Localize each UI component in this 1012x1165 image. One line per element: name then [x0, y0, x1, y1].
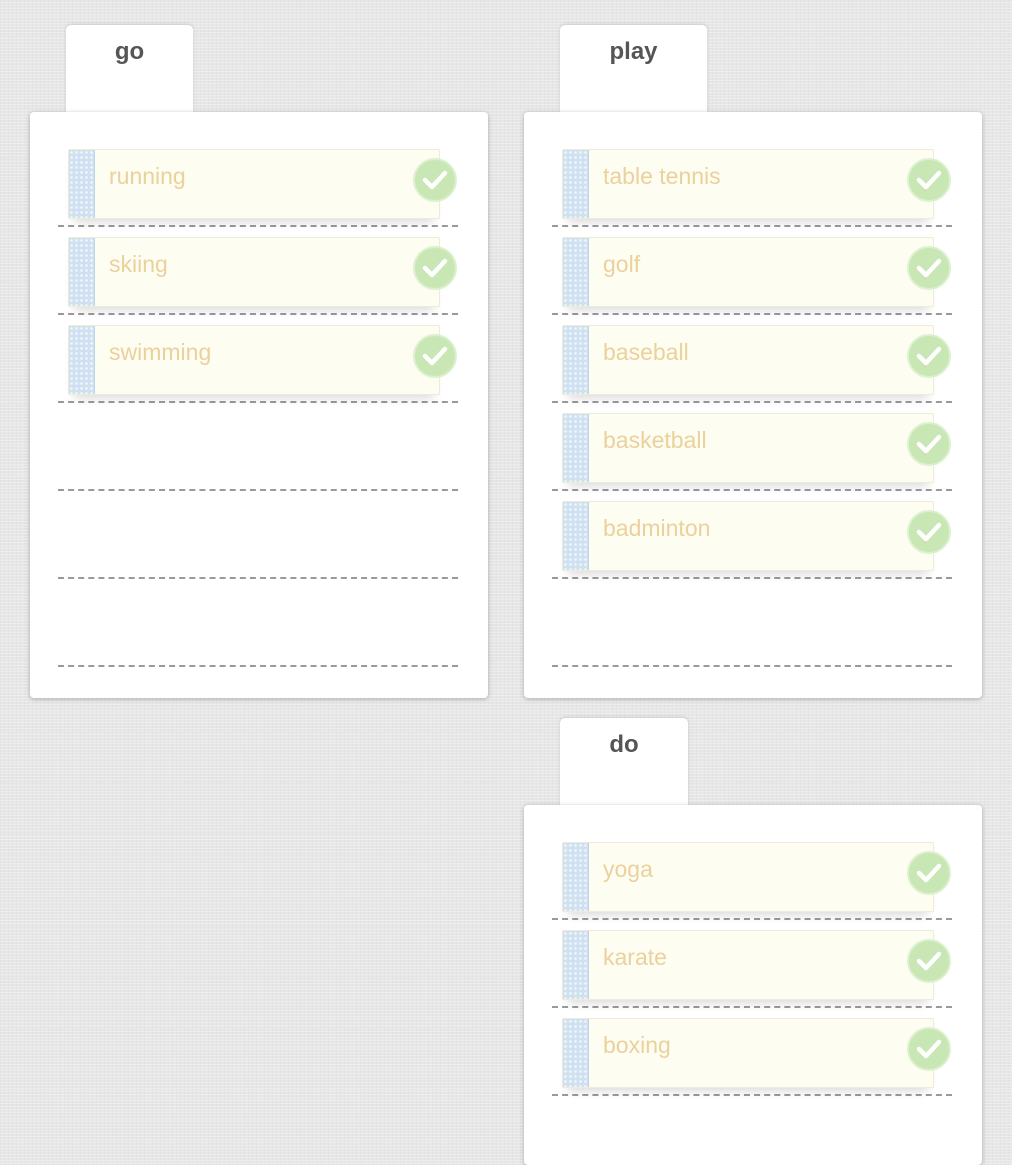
check-icon — [907, 939, 951, 983]
drop-slot[interactable] — [58, 313, 458, 315]
category-card-go[interactable]: running skiing swimming — [30, 112, 488, 698]
category-title: play — [609, 38, 658, 65]
word-card[interactable]: karate — [562, 930, 951, 1000]
drop-slot[interactable] — [552, 918, 952, 920]
word-card[interactable]: swimming — [68, 325, 457, 395]
grip-icon[interactable] — [563, 843, 589, 911]
word-label: running — [109, 163, 186, 189]
word-card[interactable]: basketball — [562, 413, 951, 483]
word-label: yoga — [603, 856, 653, 882]
word-card[interactable]: baseball — [562, 325, 951, 395]
check-icon — [907, 334, 951, 378]
word-label: swimming — [109, 339, 212, 365]
drop-slot[interactable] — [552, 313, 952, 315]
grip-icon[interactable] — [69, 238, 95, 306]
check-icon — [907, 851, 951, 895]
word-card[interactable]: table tennis — [562, 149, 951, 219]
grip-icon[interactable] — [563, 931, 589, 999]
category-tab-go[interactable]: go — [66, 25, 193, 113]
drop-slot[interactable] — [58, 665, 458, 667]
word-label: boxing — [603, 1032, 671, 1058]
category-tab-play[interactable]: play — [560, 25, 707, 113]
word-label: karate — [603, 944, 667, 970]
check-icon — [413, 246, 457, 290]
drop-slot[interactable] — [552, 225, 952, 227]
check-icon — [907, 422, 951, 466]
check-icon — [907, 1027, 951, 1071]
drop-slot[interactable] — [58, 225, 458, 227]
drop-slot[interactable] — [552, 665, 952, 667]
category-card-play[interactable]: table tennis golf baseball basketball ba… — [524, 112, 982, 698]
word-label: table tennis — [603, 163, 721, 189]
check-icon — [413, 334, 457, 378]
category-title: go — [114, 38, 145, 65]
check-icon — [907, 510, 951, 554]
grip-icon[interactable] — [563, 326, 589, 394]
check-icon — [907, 158, 951, 202]
drop-slot[interactable] — [552, 1094, 952, 1096]
drop-slot[interactable] — [552, 489, 952, 491]
grip-icon[interactable] — [563, 150, 589, 218]
check-icon — [907, 246, 951, 290]
word-card[interactable]: skiing — [68, 237, 457, 307]
grip-icon[interactable] — [69, 326, 95, 394]
word-label: basketball — [603, 427, 707, 453]
word-card[interactable]: boxing — [562, 1018, 951, 1088]
word-label: badminton — [603, 515, 711, 541]
grip-icon[interactable] — [69, 150, 95, 218]
grip-icon[interactable] — [563, 238, 589, 306]
word-label: baseball — [603, 339, 689, 365]
drop-slot[interactable] — [552, 401, 952, 403]
drop-slot[interactable] — [58, 489, 458, 491]
word-label: golf — [603, 251, 641, 277]
drop-slot[interactable] — [58, 577, 458, 579]
grip-icon[interactable] — [563, 1019, 589, 1087]
drop-slot[interactable] — [552, 577, 952, 579]
word-card[interactable]: badminton — [562, 501, 951, 571]
category-tab-do[interactable]: do — [560, 718, 688, 806]
word-card[interactable]: running — [68, 149, 457, 219]
grip-icon[interactable] — [563, 502, 589, 570]
grip-icon[interactable] — [563, 414, 589, 482]
check-icon — [413, 158, 457, 202]
category-title: do — [609, 731, 639, 758]
drop-slot[interactable] — [552, 1006, 952, 1008]
category-card-do[interactable]: yoga karate boxing — [524, 805, 982, 1165]
drop-slot[interactable] — [58, 401, 458, 403]
word-card[interactable]: yoga — [562, 842, 951, 912]
word-card[interactable]: golf — [562, 237, 951, 307]
word-label: skiing — [109, 251, 168, 277]
